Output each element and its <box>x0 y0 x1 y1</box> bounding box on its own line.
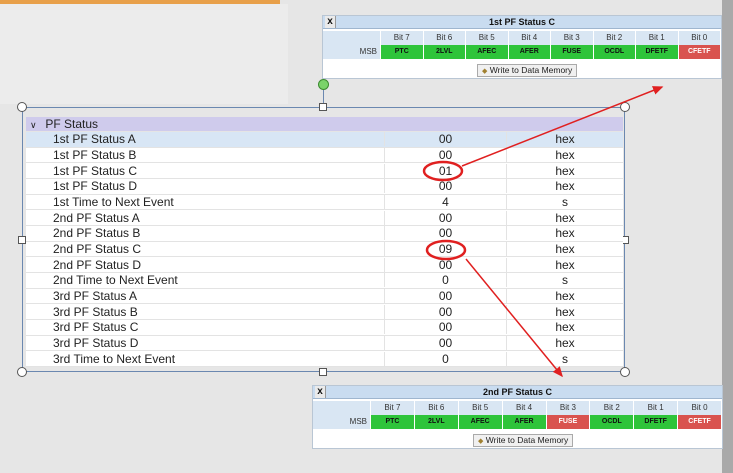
annotation-overlay <box>422 86 664 378</box>
highlight-ellipse-2 <box>425 239 467 261</box>
arrow-to-popup-2 <box>465 258 563 378</box>
arrow-to-popup-1 <box>461 86 664 167</box>
highlight-ellipse-1 <box>422 160 464 182</box>
